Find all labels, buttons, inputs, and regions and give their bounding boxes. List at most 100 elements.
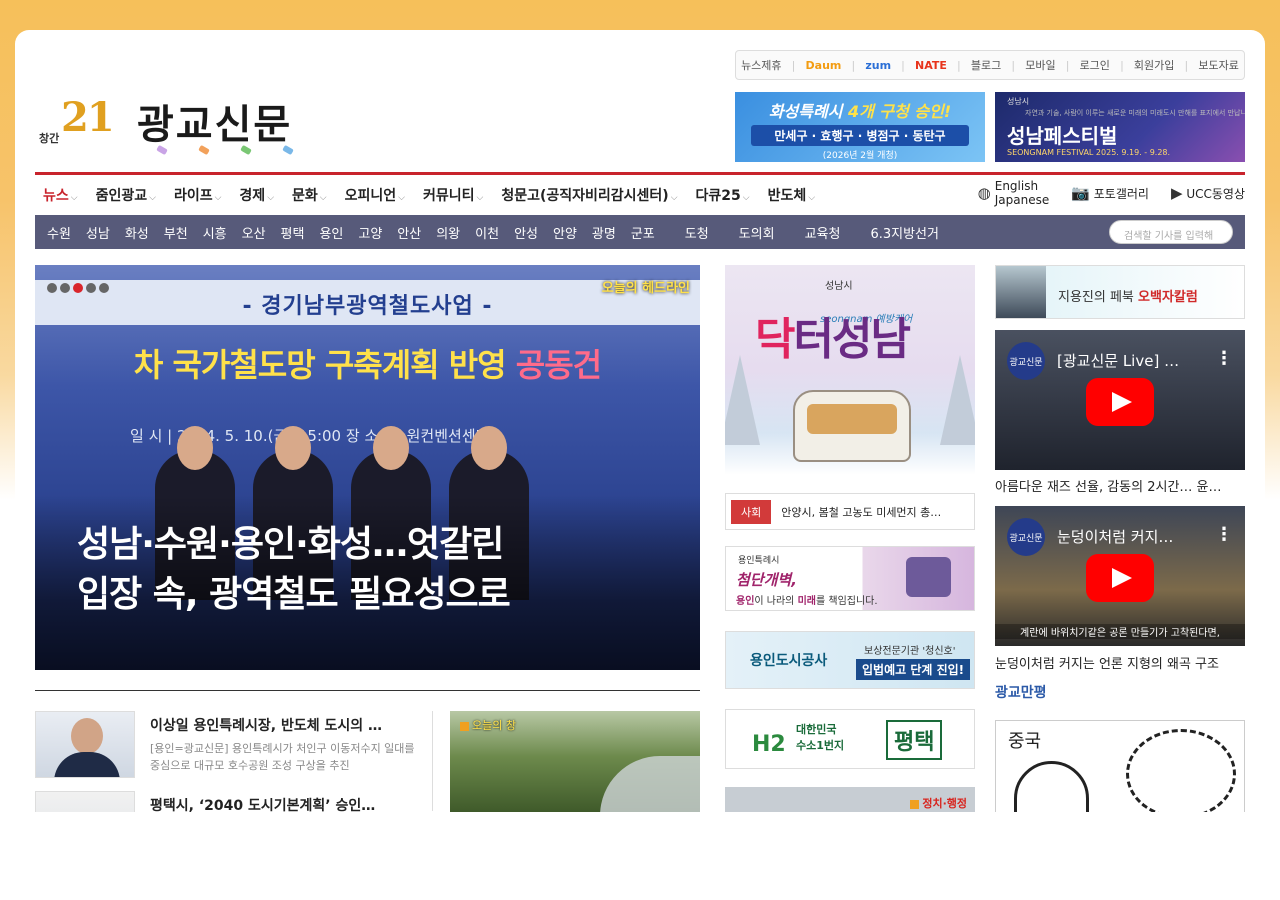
site-logo[interactable]: 창간 21 광교신문: [35, 92, 325, 162]
ticker-text[interactable]: 안양시, 봄철 고농도 미세먼지 총…: [781, 504, 961, 520]
region-education-office[interactable]: 교육청: [805, 223, 841, 242]
nate-logo-link[interactable]: NATE: [915, 59, 947, 72]
region-ansan[interactable]: 안산: [397, 223, 421, 242]
seongnam-festival-banner-ad[interactable]: 성남시 자연과 기술, 사람이 이루는 새로운 미래의 미래도시 만해를 표지에…: [995, 92, 1245, 162]
seongnam-care-ad[interactable]: 성남시 seongnam 예방케어 닥터성남: [725, 265, 975, 475]
region-provincial-office[interactable]: 도청: [685, 223, 709, 242]
nav-watchdog[interactable]: 청문고(공직자비리감시센터) ⌵: [501, 185, 677, 205]
region-hwaseong[interactable]: 화성: [125, 223, 149, 242]
region-uiwang[interactable]: 의왕: [436, 223, 460, 242]
region-goyang[interactable]: 고양: [358, 223, 382, 242]
nav-opinion[interactable]: 오피니언 ⌵: [345, 185, 405, 205]
video-icon: ▶: [1170, 184, 1183, 202]
politics-section-card[interactable]: 정치·행정: [725, 787, 975, 812]
language-switch[interactable]: ◍ English Japanese: [978, 179, 1050, 207]
hot-news-ticker[interactable]: 사회 안양시, 봄철 고농도 미세먼지 총…: [725, 493, 975, 530]
play-button[interactable]: [1086, 378, 1154, 426]
video-player-2[interactable]: 광교신문 눈덩이처럼 커지… ⋮ 계란에 바위치기같은 공론 만들기가 고착된다…: [995, 506, 1245, 646]
region-anyang[interactable]: 안양: [553, 223, 577, 242]
region-siheung[interactable]: 시흥: [203, 223, 227, 242]
hwaseong-banner-ad[interactable]: 화성특례시 4개 구청 승인! 만세구 · 효행구 · 병점구 · 동탄구 (2…: [735, 92, 985, 162]
util-signup[interactable]: 회원가입: [1134, 57, 1174, 73]
zum-logo-link[interactable]: zum: [865, 59, 891, 72]
yongin-urban-corp-ad[interactable]: 용인도시공사 보상전문기관 '청신호' 입법예고 단계 진입!: [725, 631, 975, 689]
column-banner[interactable]: 지용진의 페북 오백자칼럼: [995, 265, 1245, 319]
util-news-partner[interactable]: 뉴스제휴: [741, 57, 781, 73]
region-pyeongtaek[interactable]: 평택: [281, 223, 305, 242]
slide-dot[interactable]: [47, 283, 57, 293]
util-blog[interactable]: 블로그: [971, 57, 1001, 73]
page-bottom-area: [0, 812, 1280, 900]
nav-culture[interactable]: 문화 ⌵: [292, 185, 327, 205]
video-title[interactable]: [광교신문 Live] …: [1057, 350, 1207, 371]
hero-headline[interactable]: 성남·수원·용인·화성…엇갈린 입장 속, 광역철도 필요성으로: [77, 520, 511, 620]
chevron-down-icon: ⌵: [149, 192, 156, 203]
util-press[interactable]: 보도자료: [1198, 57, 1238, 73]
ucc-video-link[interactable]: ▶ UCC동영상: [1171, 184, 1245, 202]
daum-logo-link[interactable]: Daum: [806, 59, 842, 72]
region-osan[interactable]: 오산: [242, 223, 266, 242]
video-title[interactable]: 눈덩이처럼 커지…: [1057, 526, 1207, 547]
headline-slider[interactable]: - 경기남부광역철도사업 - 차 국가철도망 구축계획 반영 공동건 일 시 |…: [35, 265, 700, 670]
nav-semiconductor[interactable]: 반도체 ⌵: [768, 185, 815, 205]
utility-bar: 뉴스제휴 | Daum | zum | NATE | 블로그 | 모바일 | 로그인 | 회원…: [735, 50, 1245, 80]
slide-dot-active[interactable]: [73, 283, 83, 293]
play-button[interactable]: [1086, 554, 1154, 602]
today-photo[interactable]: 오늘의 창: [450, 711, 700, 812]
region-navigation: 수원 성남 화성 부천 시흥 오산 평택 용인 고양 안산 의왕 이천 안성 안…: [35, 215, 1245, 249]
chevron-down-icon: ⌵: [476, 192, 484, 203]
chevron-down-icon: ⌵: [319, 192, 327, 203]
video-caption[interactable]: 눈덩이처럼 커지는 언론 지형의 왜곡 구조: [995, 653, 1245, 672]
list-item[interactable]: 평택시, ‘2040 도시기본계획’ 승인…: [35, 791, 415, 812]
news-list: 이상일 용인특례시장, 반도체 도시의 … [용인=광교신문] 용인특례시가 처…: [35, 711, 415, 812]
pyeongtaek-hydrogen-ad[interactable]: H2 대한민국 수소1번지 평택: [725, 709, 975, 769]
video-caption[interactable]: 아름다운 재즈 선율, 감동의 2시간… 윤…: [995, 476, 1245, 495]
slider-indicator[interactable]: [47, 283, 109, 293]
hero-tag: 오늘의 헤드라인: [601, 281, 690, 296]
region-gwangmyeong[interactable]: 광명: [592, 223, 616, 242]
category-badge: 사회: [731, 499, 772, 524]
yongin-city-ad[interactable]: 용인특례시 첨단개벽, 용인이 나라의 미래를 책임집니다.: [725, 546, 975, 611]
search-input[interactable]: 검색할 기사를 입력해: [1109, 220, 1233, 244]
nav-community[interactable]: 커뮤니티 ⌵: [423, 185, 483, 205]
channel-avatar: 광교신문: [1007, 518, 1045, 556]
chevron-down-icon: ⌵: [398, 192, 405, 203]
news-title[interactable]: 이상일 용인특례시장, 반도체 도시의 …: [150, 715, 415, 735]
chevron-down-icon: ⌵: [267, 192, 275, 203]
region-gunpo[interactable]: 군포: [631, 223, 655, 242]
region-bucheon[interactable]: 부천: [164, 223, 188, 242]
region-provincial-council[interactable]: 도의회: [739, 223, 775, 242]
slide-dot[interactable]: [60, 283, 70, 293]
region-icheon[interactable]: 이천: [475, 223, 499, 242]
chevron-down-icon: ⌵: [808, 192, 816, 203]
site-name: 광교신문: [137, 102, 293, 148]
region-local-election[interactable]: 6.3지방선거: [870, 223, 939, 242]
region-yongin[interactable]: 용인: [319, 223, 343, 242]
region-seongnam[interactable]: 성남: [86, 223, 110, 242]
region-suwon[interactable]: 수원: [47, 223, 71, 242]
nav-life[interactable]: 라이프 ⌵: [174, 185, 221, 205]
more-options-icon[interactable]: ⋮: [1215, 348, 1233, 369]
region-anseong[interactable]: 안성: [514, 223, 538, 242]
news-desc: [용인=광교신문] 용인특례시가 처인구 이동저수지 일대를 중심으로 대규모 …: [150, 742, 415, 772]
photo-gallery-link[interactable]: 📷 포토갤러리: [1071, 184, 1149, 202]
news-title[interactable]: 평택시, ‘2040 도시기본계획’ 승인…: [150, 795, 415, 812]
slide-dot[interactable]: [99, 283, 109, 293]
util-login[interactable]: 로그인: [1080, 57, 1110, 73]
video-player-1[interactable]: 광교신문 [광교신문 Live] … ⋮: [995, 330, 1245, 470]
square-icon: [460, 721, 469, 731]
logo-decoration: [156, 144, 294, 156]
news-thumbnail[interactable]: [35, 711, 135, 778]
section-title[interactable]: 광교만평: [995, 682, 1047, 702]
nav-docu25[interactable]: 다큐25 ⌵: [696, 185, 750, 205]
slide-dot[interactable]: [86, 283, 96, 293]
nav-news[interactable]: 뉴스 ⌵: [43, 185, 78, 205]
editorial-cartoon[interactable]: 중국: [995, 720, 1245, 812]
nav-economy[interactable]: 경제 ⌵: [239, 185, 274, 205]
nav-zoomin[interactable]: 줌인광교 ⌵: [96, 185, 156, 205]
list-item[interactable]: 이상일 용인특례시장, 반도체 도시의 … [용인=광교신문] 용인특례시가 처…: [35, 711, 415, 791]
more-options-icon[interactable]: ⋮: [1215, 524, 1233, 545]
camera-icon: 📷: [1071, 184, 1090, 202]
util-mobile[interactable]: 모바일: [1025, 57, 1055, 73]
news-thumbnail[interactable]: [35, 791, 135, 812]
